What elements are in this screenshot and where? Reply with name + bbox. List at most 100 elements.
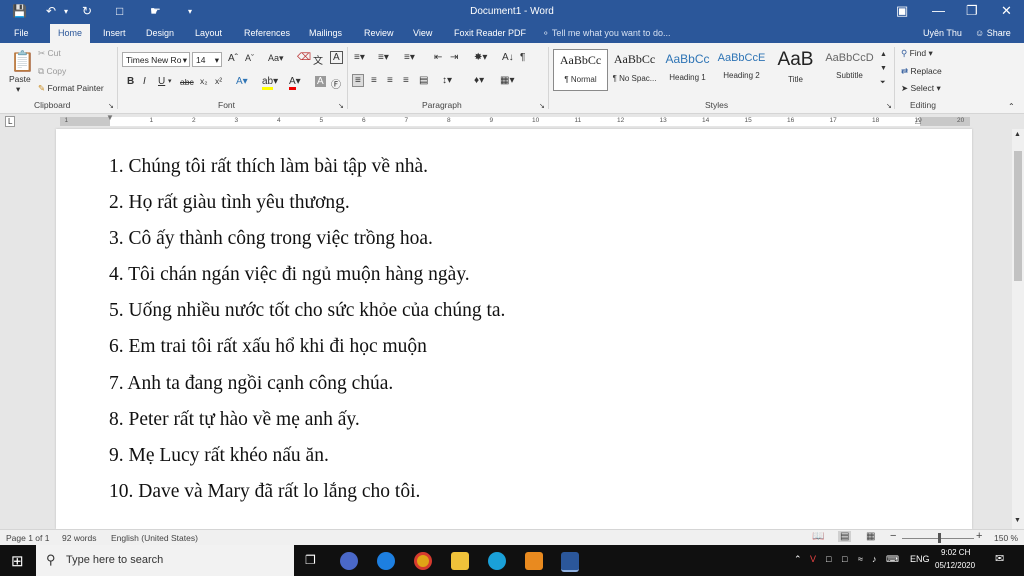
zoom-slider-thumb[interactable] [938,533,941,543]
tab-layout[interactable]: Layout [195,28,222,38]
clear-formatting-icon[interactable]: ⌫ [297,52,311,63]
tell-me-search[interactable]: ⚬ Tell me what you want to do... [542,28,670,39]
paste-icon[interactable]: 📋 [10,49,35,74]
app-icon-1[interactable] [340,552,358,570]
task-view-icon[interactable]: ❐ [305,553,316,567]
highlight-color-icon[interactable]: ab▾ [262,76,278,90]
document-line-10[interactable]: 10. Dave và Mary đã rất lo lắng cho tôi. [109,481,420,503]
align-center-button[interactable]: ≡ [371,75,377,86]
zoom-out-icon[interactable]: − [890,530,896,542]
document-line-9[interactable]: 9. Mẹ Lucy rất khéo nấu ăn. [109,445,329,467]
scroll-up-icon[interactable]: ▲ [1014,131,1021,138]
document-line-7[interactable]: 7. Anh ta đang ngồi cạnh công chúa. [109,373,393,395]
style-subtitle[interactable]: AaBbCcD Subtitle [823,49,876,89]
styles-more-icon[interactable]: ⏷ [880,79,886,87]
volume-icon[interactable]: ♪ [872,554,877,564]
styles-scroll-up-icon[interactable]: ▲ [880,51,887,58]
increase-indent-icon[interactable]: ⇥ [450,52,458,63]
zoom-level[interactable]: 150 % [994,533,1018,543]
document-page[interactable] [56,129,972,529]
style-heading-1[interactable]: AaBbCc Heading 1 [661,49,714,89]
scroll-thumb[interactable] [1014,151,1022,281]
ribbon-display-options-icon[interactable]: ▣ [896,3,908,19]
print-layout-icon[interactable]: ▤ [838,531,852,542]
document-line-3[interactable]: 3. Cô ấy thành công trong việc trồng hoa… [109,228,433,250]
tab-mailings[interactable]: Mailings [309,28,342,38]
tab-selector-icon[interactable]: L [5,116,16,127]
web-layout-icon[interactable]: ▦ [866,531,875,542]
notifications-icon[interactable]: ✉ [995,552,1004,565]
zalo-icon[interactable] [377,552,395,570]
font-launcher-icon[interactable]: ↘ [338,102,344,110]
find-button[interactable]: ⚲ Find ▾ [901,48,933,59]
replace-button[interactable]: ⇄ Replace [901,66,942,77]
superscript-button[interactable]: x² [215,76,222,86]
user-name[interactable]: Uyên Thu [923,28,962,38]
styles-launcher-icon[interactable]: ↘ [886,102,892,110]
tab-design[interactable]: Design [146,28,174,38]
clock-time[interactable]: 9:02 CH [941,548,970,557]
text-effects-icon[interactable]: A▾ [236,76,248,87]
zoom-in-icon[interactable]: + [976,530,982,542]
word-taskbar-icon[interactable] [561,552,579,572]
edge-icon[interactable] [488,552,506,570]
font-name-dropdown[interactable]: Times New Ro ▾ [122,52,190,67]
phonetic-guide-icon[interactable]: 文 [313,52,323,67]
shading-icon[interactable]: ♦▾ [474,75,484,86]
font-size-dropdown[interactable]: 14 ▾ [192,52,222,67]
paste-button[interactable]: Paste [9,74,31,84]
cut-button[interactable]: ✂ Cut [38,48,61,59]
style-normal[interactable]: AaBbCc ¶ Normal [553,49,608,91]
file-explorer-icon[interactable] [451,552,469,570]
enclose-characters-icon[interactable]: Ⓕ [331,76,341,91]
style-title[interactable]: AaB Title [769,49,822,89]
share-button[interactable]: ☺ Share [975,28,1011,38]
distributed-button[interactable]: ▤ [419,75,428,86]
font-color-icon[interactable]: A▾ [289,76,301,90]
keyboard-icon[interactable]: ⌨ [886,554,899,565]
sort-icon[interactable]: A↓ [502,52,514,63]
close-icon[interactable]: ✕ [1001,3,1012,19]
bullets-icon[interactable]: ≡▾ [354,52,365,63]
collapse-ribbon-icon[interactable]: ⌃ [1008,102,1015,111]
document-line-8[interactable]: 8. Peter rất tự hào về mẹ anh ấy. [109,409,360,431]
tab-view[interactable]: View [413,28,432,38]
wifi-icon[interactable]: ≈ [858,554,863,564]
document-line-1[interactable]: 1. Chúng tôi rất thích làm bài tập về nh… [109,156,428,178]
indent-marker-icon[interactable]: ▼ [106,113,114,122]
tab-foxit-reader-pdf[interactable]: Foxit Reader PDF [454,28,526,38]
restore-icon[interactable]: ❐ [966,3,978,19]
show-paragraph-marks-icon[interactable]: ¶ [520,52,525,63]
foxit-icon[interactable] [525,552,543,570]
vertical-ruler[interactable] [0,129,14,529]
scroll-down-icon[interactable]: ▼ [1014,517,1021,524]
grow-font-icon[interactable]: Aˆ [228,53,238,64]
justify-button[interactable]: ≡ [403,75,409,86]
styles-scroll-down-icon[interactable]: ▼ [880,65,887,72]
select-button[interactable]: ➤ Select ▾ [901,83,941,94]
align-left-button[interactable]: ≡ [352,74,364,87]
tab-home[interactable]: Home [50,24,91,43]
character-shading-icon[interactable]: A [315,76,326,87]
tab-file[interactable]: File [14,28,29,38]
copy-button[interactable]: ⧉ Copy [38,66,66,77]
format-painter-button[interactable]: ✎ Format Painter [38,83,104,94]
align-right-button[interactable]: ≡ [387,75,393,86]
tray-app-icon-3[interactable]: □ [842,554,847,564]
borders-icon[interactable]: ▦▾ [500,75,514,86]
numbering-icon[interactable]: ≡▾ [378,52,389,63]
tab-references[interactable]: References [244,28,290,38]
read-mode-icon[interactable]: 📖 [812,531,824,542]
strikethrough-button[interactable]: abc [180,77,194,87]
tab-insert[interactable]: Insert [103,28,126,38]
bold-button[interactable]: B [127,76,134,87]
language-indicator[interactable]: English (United States) [111,533,198,543]
word-count[interactable]: 92 words [62,533,97,543]
windows-start-icon[interactable]: ⊞ [11,552,24,570]
document-line-2[interactable]: 2. Họ rất giàu tình yêu thương. [109,192,350,214]
clipboard-launcher-icon[interactable]: ↘ [108,102,114,110]
vertical-scrollbar[interactable]: ▲ ▼ [1012,129,1024,529]
document-line-5[interactable]: 5. Uống nhiều nước tốt cho sức khỏe của … [109,300,505,322]
tray-app-icon[interactable]: V [810,554,816,564]
subscript-button[interactable]: x₂ [200,76,208,86]
